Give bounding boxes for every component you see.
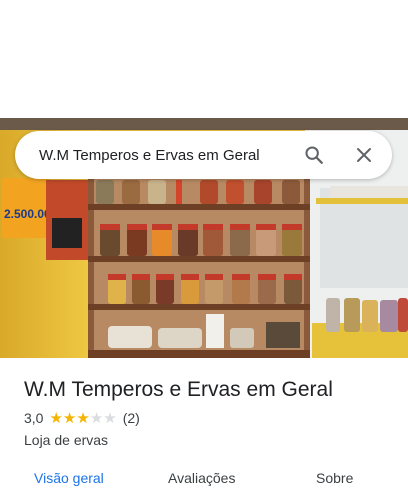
place-title: W.M Temperos e Ervas em Geral: [24, 378, 333, 401]
star-icon: ★: [49, 409, 63, 427]
search-input[interactable]: W.M Temperos e Ervas em Geral: [39, 147, 302, 164]
search-bar[interactable]: W.M Temperos e Ervas em Geral: [15, 131, 392, 179]
rating-row[interactable]: 3,0 ★ ★ ★ ★ ★ (2): [24, 410, 394, 426]
tab-about[interactable]: Sobre: [316, 470, 353, 486]
tab-overview[interactable]: Visão geral: [34, 470, 104, 486]
rating-stars: ★ ★ ★ ★ ★: [49, 411, 116, 426]
rating-value: 3,0: [24, 410, 44, 426]
place-category[interactable]: Loja de ervas: [24, 432, 394, 448]
close-icon[interactable]: [352, 143, 376, 167]
place-info-panel: W.M Temperos e Ervas em Geral 3,0 ★ ★ ★ ★ ★ …: [24, 376, 394, 448]
place-tabs: Visão geral Avaliações Sobre: [0, 470, 408, 490]
star-icon: ★: [103, 409, 117, 427]
search-icon[interactable]: [302, 143, 326, 167]
review-count[interactable]: (2): [123, 410, 140, 426]
map-top-area: [0, 0, 408, 118]
star-icon: ★: [89, 409, 104, 427]
star-icon: ★: [62, 409, 77, 427]
star-icon: ★: [76, 409, 90, 427]
tab-reviews[interactable]: Avaliações: [168, 470, 235, 486]
